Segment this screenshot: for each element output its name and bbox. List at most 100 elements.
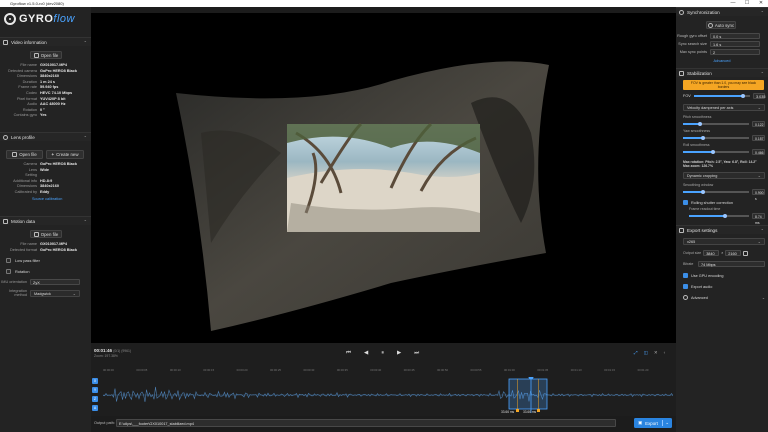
- fov-warning-banner: FOV is greater than 1.0, you may see bla…: [683, 80, 764, 90]
- video-info-row: Contains gyro Yes: [0, 113, 91, 119]
- pitch-slider[interactable]: [683, 121, 749, 126]
- volume-icon[interactable]: ‹: [664, 350, 666, 356]
- sync-key: Rough gyro offset: [677, 34, 707, 38]
- lens-icon: [3, 134, 8, 140]
- stabilization-icon: [679, 70, 684, 76]
- prev-frame-button[interactable]: ◀: [364, 350, 368, 357]
- bitrate-input[interactable]: 74 Mbps: [698, 261, 765, 267]
- export-dropdown-icon[interactable]: ⌄: [662, 420, 672, 426]
- export-audio-checkbox[interactable]: [683, 284, 688, 289]
- create-lens-button[interactable]: + Create new: [46, 150, 84, 159]
- sync-value-input[interactable]: 1.6 s: [710, 41, 760, 47]
- fov-label: FOV: [683, 94, 691, 98]
- lane-toggle-a[interactable]: A: [92, 405, 98, 411]
- skip-end-button[interactable]: ⏭: [414, 350, 419, 357]
- timeline-tick: 00:00:10: [169, 368, 181, 372]
- minimize-button[interactable]: —: [726, 0, 740, 7]
- rotation-row[interactable]: Rotation: [6, 269, 91, 275]
- timeline-tick: 00:00:55: [470, 368, 482, 372]
- motion-data-header[interactable]: Motion data ⌃: [0, 216, 91, 225]
- output-path-input[interactable]: E:\clips\___footer\GX010017_stabilized.m…: [116, 419, 616, 427]
- gpu-encoding-row[interactable]: Use GPU encoding: [683, 273, 765, 278]
- pitch-value[interactable]: 0.122: [752, 121, 765, 127]
- timeline-tick: 00:00:30: [303, 368, 315, 372]
- selected-sync-range[interactable]: [508, 378, 548, 410]
- output-height-input[interactable]: 2160: [725, 250, 742, 256]
- lane-toggle-x[interactable]: X: [92, 378, 98, 384]
- sync-point-marker[interactable]: [537, 409, 540, 412]
- export-header[interactable]: Export settings ⌃: [676, 225, 768, 234]
- output-width-input[interactable]: 3840: [703, 250, 720, 256]
- fullscreen-icon[interactable]: ⤢: [634, 350, 638, 356]
- pause-button[interactable]: ⏸: [381, 350, 384, 357]
- rolling-shutter-row[interactable]: Rolling shutter correction: [683, 200, 765, 205]
- lens-profile-header[interactable]: Lens profile ⌃: [0, 132, 91, 141]
- roll-value[interactable]: 0.466: [752, 149, 765, 155]
- roll-slider[interactable]: [683, 149, 749, 154]
- viewer-tools: ⤢ ◫ ✕ ‹: [634, 350, 665, 356]
- smoothing-method-select[interactable]: Velocity dampened per axis: [683, 104, 765, 111]
- cropping-select[interactable]: Dynamic cropping: [683, 172, 765, 179]
- sync-value-input[interactable]: 0.0 s: [710, 33, 760, 39]
- split-view-icon[interactable]: ◫: [644, 350, 648, 356]
- link-icon[interactable]: [743, 250, 749, 256]
- yaw-slider[interactable]: [683, 135, 749, 140]
- rolling-shutter-checkbox[interactable]: [683, 200, 688, 205]
- smoothing-window-value[interactable]: 0.900 s: [752, 189, 765, 201]
- source-calibration-link[interactable]: Source calibration: [32, 197, 62, 201]
- open-video-button[interactable]: Open file: [30, 51, 62, 59]
- fov-slider[interactable]: [693, 93, 750, 98]
- fov-value[interactable]: 3.035: [753, 93, 766, 99]
- open-lens-button[interactable]: Open file: [6, 150, 43, 159]
- mute-icon[interactable]: ✕: [654, 350, 658, 356]
- section-title: Synchronization: [687, 9, 720, 15]
- next-frame-button[interactable]: ▶: [397, 350, 401, 357]
- gyro-waveform[interactable]: [103, 377, 673, 413]
- export-audio-row[interactable]: Export audio: [683, 284, 765, 289]
- open-motion-button[interactable]: Open file: [30, 230, 62, 238]
- gyro-icon: [3, 218, 8, 224]
- frame-readout-value[interactable]: 8.74 ms: [752, 213, 765, 225]
- video-viewer[interactable]: [91, 13, 676, 343]
- close-button[interactable]: ✕: [754, 0, 768, 7]
- plus-icon: +: [51, 152, 55, 157]
- sync-icon: [679, 9, 684, 15]
- yaw-label: Yaw smoothness: [683, 129, 711, 133]
- stabilization-header[interactable]: Stabilization ⌃: [676, 68, 768, 77]
- smoothing-window-slider[interactable]: [683, 189, 749, 194]
- gpu-encoding-checkbox[interactable]: [683, 273, 688, 278]
- lane-toggle-z[interactable]: Z: [92, 396, 98, 402]
- imu-orientation-input[interactable]: ZyX: [30, 279, 80, 286]
- sync-value-input[interactable]: 2: [710, 49, 760, 55]
- motion-data-value: GoPro HERO8 Black: [40, 247, 77, 252]
- low-pass-checkbox[interactable]: [6, 258, 11, 264]
- sync-key: Sync search size: [678, 42, 707, 46]
- codec-select[interactable]: x265: [683, 238, 765, 245]
- motion-data-section: Motion data ⌃ Open file File name GX01001…: [0, 216, 91, 297]
- timeline-tick: 00:01:00: [503, 368, 515, 372]
- timeline-panel[interactable]: 00:01:46 (0/1) (9961) Zoom: 197.38% ⏮ ◀ …: [91, 343, 676, 416]
- video-info-rows: File name GX010017.MP4 Detected camera GoPr…: [0, 63, 91, 119]
- sync-point-marker[interactable]: [516, 409, 519, 412]
- video-info-header[interactable]: Video information ⌃: [0, 37, 91, 46]
- frame-readout-slider[interactable]: [689, 213, 749, 218]
- sync-header[interactable]: Synchronization ⌃: [676, 7, 768, 16]
- skip-start-button[interactable]: ⏮: [346, 350, 351, 357]
- maximize-button[interactable]: ☐: [740, 0, 754, 7]
- sync-row: Rough gyro offset 0.0 s: [676, 33, 768, 39]
- sync-rows: Rough gyro offset 0.0 s Sync search size 1.…: [676, 33, 768, 55]
- auto-sync-button[interactable]: Auto sync: [706, 21, 736, 29]
- lane-toggle-y[interactable]: Y: [92, 387, 98, 393]
- motion-data-rows: File name GX010017.MP4 Detected format GoPr…: [0, 242, 91, 253]
- file-icon: [33, 52, 39, 58]
- export-advanced-row[interactable]: Advanced ⌄: [683, 295, 765, 300]
- sync-row: Max sync points 2: [676, 49, 768, 55]
- chevron-up-icon: ⌃: [760, 70, 764, 76]
- timeline-tick: 00:00:20: [236, 368, 248, 372]
- low-pass-row[interactable]: Low pass filter: [6, 258, 91, 264]
- rotation-checkbox[interactable]: [6, 269, 11, 275]
- sync-advanced-link[interactable]: Advanced: [714, 59, 731, 63]
- integration-method-select[interactable]: Madgwick: [30, 289, 80, 297]
- yaw-value[interactable]: 0.157: [752, 135, 765, 141]
- export-button[interactable]: ▣ Export ⌄: [634, 418, 672, 428]
